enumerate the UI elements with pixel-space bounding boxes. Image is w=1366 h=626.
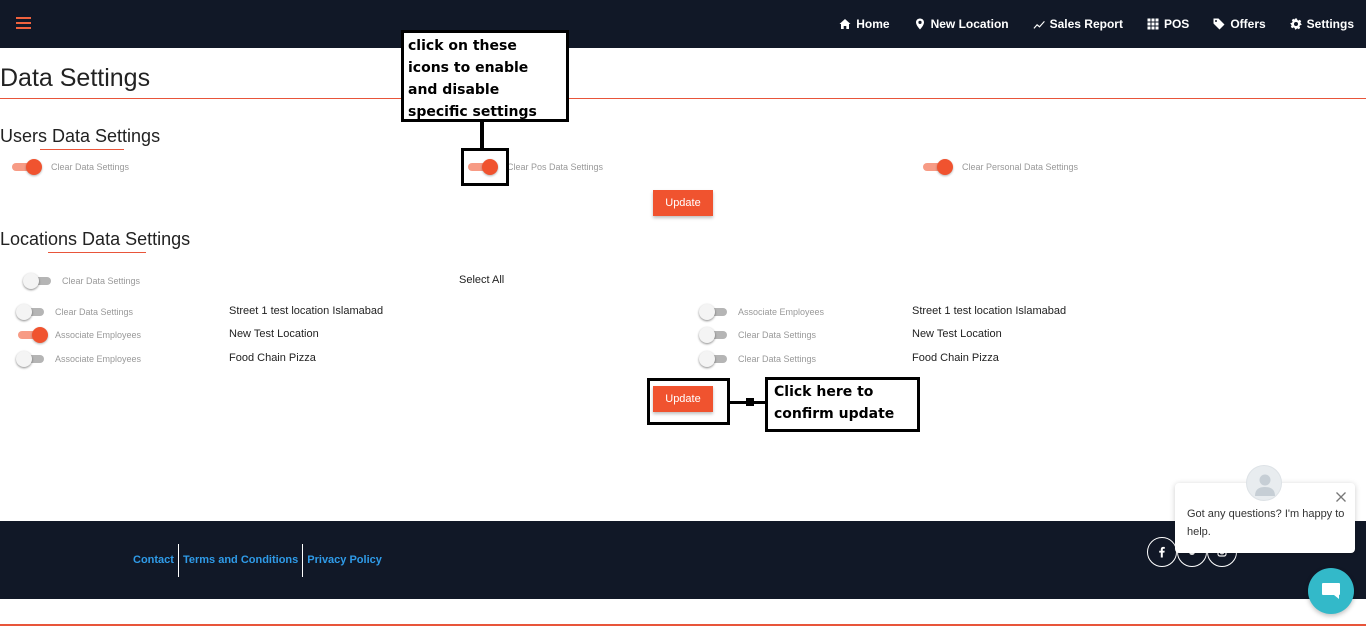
- gear-icon: [1290, 18, 1302, 30]
- main-nav: Home New Location Sales Report POS Offer…: [815, 0, 1354, 48]
- nav-item-label: Settings: [1306, 17, 1354, 31]
- toggle-clear-data[interactable]: [12, 159, 42, 175]
- users-section-underline: [40, 149, 124, 150]
- grid-icon: [1147, 18, 1159, 30]
- toggle-locations-master[interactable]: [23, 273, 53, 289]
- footer: Contact Terms and Conditions Privacy Pol…: [0, 521, 1366, 599]
- toggle-highlight-box: [461, 148, 509, 186]
- location-name: New Test Location: [912, 328, 1002, 340]
- home-icon: [839, 19, 851, 29]
- close-icon[interactable]: [1335, 491, 1347, 503]
- toggle-location-left-2[interactable]: [18, 327, 48, 343]
- chat-greeting-text: Got any questions? I'm happy to help.: [1187, 508, 1345, 538]
- toggle-label: Associate Employees: [738, 307, 825, 317]
- select-all-label[interactable]: Select All: [459, 274, 504, 286]
- hamburger-menu-icon[interactable]: [16, 17, 31, 29]
- chat-agent-avatar: [1246, 465, 1282, 501]
- chat-launcher-button[interactable]: [1308, 568, 1354, 614]
- locations-section-underline: [48, 252, 146, 253]
- location-name: Food Chain Pizza: [229, 352, 316, 364]
- nav-item-label: New Location: [930, 17, 1009, 31]
- users-section-title: Users Data Settings: [0, 126, 161, 146]
- toggle-location-left-3[interactable]: [16, 351, 46, 367]
- locations-section-title: Locations Data Settings: [0, 229, 191, 249]
- toggle-label: Clear Data Settings: [738, 330, 817, 340]
- trend-line-icon: [1033, 21, 1045, 29]
- nav-item-sales-report[interactable]: Sales Report: [1033, 17, 1123, 31]
- chat-icon: [1322, 583, 1340, 599]
- toggle-clear-personal-data[interactable]: [923, 159, 953, 175]
- callout-connector-node: [746, 398, 754, 406]
- toggle-label: Associate Employees: [55, 354, 142, 364]
- tag-icon: [1213, 18, 1225, 30]
- toggle-label-clear-personal-data: Clear Personal Data Settings: [962, 162, 1079, 172]
- nav-item-settings[interactable]: Settings: [1290, 17, 1354, 31]
- nav-item-home[interactable]: Home: [839, 17, 890, 31]
- toggle-hint-callout: click on these icons to enable and disab…: [401, 30, 569, 122]
- facebook-icon[interactable]: [1147, 537, 1177, 567]
- toggle-location-left-1[interactable]: [16, 304, 46, 320]
- callout-line: specific settings: [408, 104, 537, 120]
- callout-line: confirm update: [774, 406, 895, 422]
- top-navbar: Home New Location Sales Report POS Offer…: [0, 0, 1366, 48]
- callout-line: Click here to: [774, 384, 874, 400]
- users-update-button[interactable]: Update: [653, 190, 713, 216]
- footer-link-privacy[interactable]: Privacy Policy: [303, 554, 386, 566]
- callout-line: click on these: [408, 38, 517, 54]
- toggle-label: Clear Data Settings: [55, 307, 134, 317]
- nav-item-label: Offers: [1230, 17, 1266, 31]
- map-pin-icon: [915, 18, 924, 30]
- nav-item-label: Sales Report: [1049, 17, 1123, 31]
- location-name: New Test Location: [229, 328, 319, 340]
- callout-connector: [480, 121, 484, 149]
- footer-link-terms[interactable]: Terms and Conditions: [179, 554, 302, 566]
- nav-item-offers[interactable]: Offers: [1213, 17, 1266, 31]
- location-name: Street 1 test location Islamabad: [912, 305, 1067, 317]
- update-highlight-box: [647, 378, 730, 425]
- title-divider: [0, 98, 1366, 99]
- toggle-label-clear-pos-data: Clear Pos Data Settings: [507, 162, 604, 172]
- page-title: Data Settings: [0, 64, 151, 92]
- footer-link-contact[interactable]: Contact: [133, 554, 178, 566]
- toggle-location-right-1[interactable]: [699, 304, 729, 320]
- callout-line: and disable: [408, 82, 500, 98]
- toggle-label: Clear Data Settings: [738, 354, 817, 364]
- toggle-label-locations-master: Clear Data Settings: [62, 276, 141, 286]
- toggle-label: Associate Employees: [55, 330, 142, 340]
- nav-item-pos[interactable]: POS: [1147, 17, 1189, 31]
- update-hint-callout: Click here to confirm update: [765, 377, 920, 432]
- nav-item-label: POS: [1163, 17, 1190, 31]
- location-name: Food Chain Pizza: [912, 352, 999, 364]
- nav-item-label: Home: [856, 17, 890, 31]
- toggle-location-right-2[interactable]: [699, 327, 729, 343]
- location-name: Street 1 test location Islamabad: [229, 305, 384, 317]
- toggle-location-right-3[interactable]: [699, 351, 729, 367]
- toggle-label-clear-data: Clear Data Settings: [51, 162, 130, 172]
- footer-links: Contact Terms and Conditions Privacy Pol…: [133, 543, 386, 577]
- nav-item-new-location[interactable]: New Location: [914, 17, 1009, 31]
- callout-line: icons to enable: [408, 60, 529, 76]
